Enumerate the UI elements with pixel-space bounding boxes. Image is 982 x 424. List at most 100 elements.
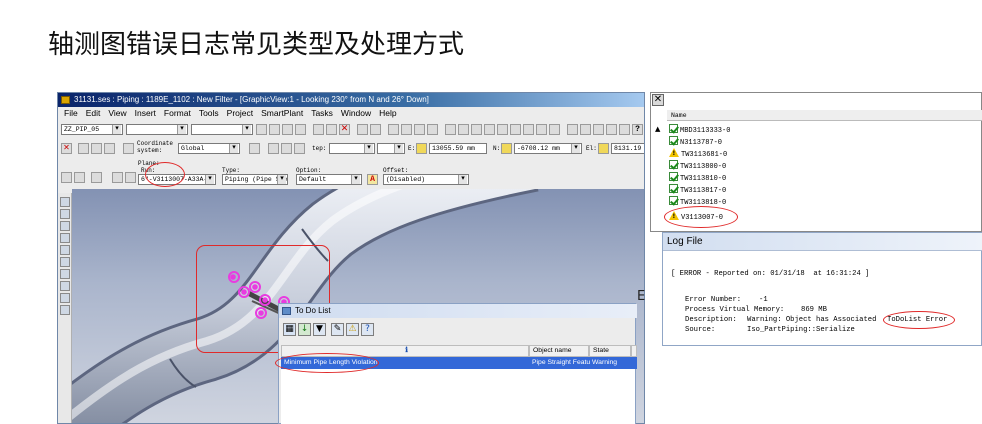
insert-component-icon[interactable] xyxy=(60,221,70,231)
elevation-input[interactable]: 8131.19 mm xyxy=(611,143,644,154)
clip-icon[interactable] xyxy=(619,124,630,135)
save-icon[interactable] xyxy=(282,124,293,135)
tree-item[interactable]: TW3113681-0 xyxy=(669,148,727,159)
menu-tools[interactable]: Tools xyxy=(195,107,223,120)
snap-icon[interactable] xyxy=(427,124,438,135)
move-icon[interactable] xyxy=(357,124,368,135)
tree-item[interactable]: TW3113800-0 xyxy=(669,160,726,171)
type-select[interactable]: Piping (Pipe Spe xyxy=(222,174,288,185)
insert-tap-icon[interactable] xyxy=(60,245,70,255)
pan-icon[interactable] xyxy=(580,124,591,135)
view5-icon[interactable] xyxy=(497,124,508,135)
snap-mode2-icon[interactable] xyxy=(281,143,292,154)
paste-icon[interactable] xyxy=(326,124,337,135)
filter-select-2[interactable] xyxy=(126,124,188,135)
filter-icon[interactable]: ▼ xyxy=(313,323,326,336)
offset-tool-icon[interactable]: A xyxy=(367,174,378,185)
coordinate-tool-icon[interactable] xyxy=(249,143,260,154)
grid-icon[interactable] xyxy=(91,143,102,154)
state-column-header[interactable]: State xyxy=(589,345,631,357)
offset-select[interactable]: (Disabled) xyxy=(383,174,469,185)
plane-tool2-icon[interactable] xyxy=(125,172,136,183)
refresh-icon[interactable]: ↓ xyxy=(298,323,311,336)
insert-feature-icon[interactable] xyxy=(60,269,70,279)
coordinate-system-select[interactable]: Global xyxy=(178,143,240,154)
copy-icon[interactable] xyxy=(313,124,324,135)
window-icon[interactable] xyxy=(606,124,617,135)
snap-mode3-icon[interactable] xyxy=(294,143,305,154)
grid-icon[interactable]: ▦ xyxy=(283,323,296,336)
view7-icon[interactable] xyxy=(523,124,534,135)
step-unit-select[interactable] xyxy=(377,143,405,154)
connect-icon[interactable] xyxy=(60,293,70,303)
view4-icon[interactable] xyxy=(484,124,495,135)
print-icon[interactable] xyxy=(295,124,306,135)
view6-icon[interactable] xyxy=(510,124,521,135)
menu-insert[interactable]: Insert xyxy=(131,107,160,120)
view3-icon[interactable] xyxy=(471,124,482,135)
todo-title-bar[interactable]: To Do List xyxy=(279,304,637,318)
menu-project[interactable]: Project xyxy=(223,107,257,120)
route-tool-icon[interactable] xyxy=(74,172,85,183)
menu-window[interactable]: Window xyxy=(337,107,375,120)
layer-select[interactable] xyxy=(191,124,253,135)
insert-support-icon[interactable] xyxy=(60,257,70,267)
select-icon[interactable] xyxy=(401,124,412,135)
tree-item[interactable]: TW3113817-0 xyxy=(669,184,726,195)
route-pipe-icon[interactable] xyxy=(60,209,70,219)
menu-edit[interactable]: Edit xyxy=(82,107,105,120)
wizard-icon[interactable]: ✎ xyxy=(331,323,344,336)
rotate-icon[interactable] xyxy=(370,124,381,135)
delete-icon[interactable]: ✕ xyxy=(339,124,350,135)
log-title[interactable]: Log File xyxy=(663,233,982,251)
close-icon[interactable]: ✕ xyxy=(652,94,664,106)
insert-valve-icon[interactable] xyxy=(60,281,70,291)
extra-column-header[interactable] xyxy=(631,345,637,357)
help-icon[interactable]: ? xyxy=(361,323,374,336)
menu-tasks[interactable]: Tasks xyxy=(307,107,337,120)
step-input[interactable] xyxy=(329,143,375,154)
menu-smartplant[interactable]: SmartPlant xyxy=(257,107,307,120)
menu-help[interactable]: Help xyxy=(375,107,400,120)
lock-n-icon[interactable] xyxy=(501,143,512,154)
menu-view[interactable]: View xyxy=(104,107,130,120)
pinpoint-icon[interactable] xyxy=(78,143,89,154)
target-icon[interactable] xyxy=(104,143,115,154)
new-icon[interactable] xyxy=(256,124,267,135)
undo-icon[interactable] xyxy=(388,124,399,135)
lock-el-icon[interactable] xyxy=(598,143,609,154)
view9-icon[interactable] xyxy=(549,124,560,135)
plane-tool-icon[interactable] xyxy=(112,172,123,183)
menu-file[interactable]: File xyxy=(60,107,82,120)
tree-item[interactable]: TW3113810-0 xyxy=(669,172,726,183)
select-tool-icon[interactable] xyxy=(61,172,72,183)
view-icon[interactable] xyxy=(445,124,456,135)
tree-item[interactable]: MBD3113333-0 xyxy=(669,124,730,135)
north-input[interactable]: -6708.12 mm xyxy=(514,143,582,154)
help-icon[interactable]: ? xyxy=(632,124,643,135)
spool-icon[interactable] xyxy=(60,305,70,315)
insert-tool-icon[interactable] xyxy=(91,172,102,183)
view2-icon[interactable] xyxy=(458,124,469,135)
snap-mode-icon[interactable] xyxy=(268,143,279,154)
pointer-icon[interactable] xyxy=(60,197,70,207)
name-column-header[interactable]: Name xyxy=(667,110,982,121)
filter-select[interactable]: ZZ_PIP_05 xyxy=(61,124,123,135)
cad-title-bar[interactable]: 31131.ses : Piping : 1189E_1102 : New Fi… xyxy=(58,93,644,107)
menu-format[interactable]: Format xyxy=(160,107,195,120)
option-select[interactable]: Default xyxy=(296,174,362,185)
fit-icon[interactable] xyxy=(593,124,604,135)
object-name-column-header[interactable]: Object name xyxy=(529,345,589,357)
open-icon[interactable] xyxy=(269,124,280,135)
east-input[interactable]: 13055.59 mm xyxy=(429,143,487,154)
zoom-icon[interactable] xyxy=(567,124,578,135)
scroll-up-icon[interactable]: ▲ xyxy=(655,125,660,133)
lock-e-icon[interactable] xyxy=(416,143,427,154)
settings-icon[interactable] xyxy=(123,143,134,154)
tree-item[interactable]: N3113787-0 xyxy=(669,136,722,147)
warning-icon[interactable]: ⚠ xyxy=(346,323,359,336)
measure-icon[interactable] xyxy=(414,124,425,135)
view8-icon[interactable] xyxy=(536,124,547,135)
cancel-icon[interactable]: ✕ xyxy=(61,143,72,154)
insert-split-icon[interactable] xyxy=(60,233,70,243)
